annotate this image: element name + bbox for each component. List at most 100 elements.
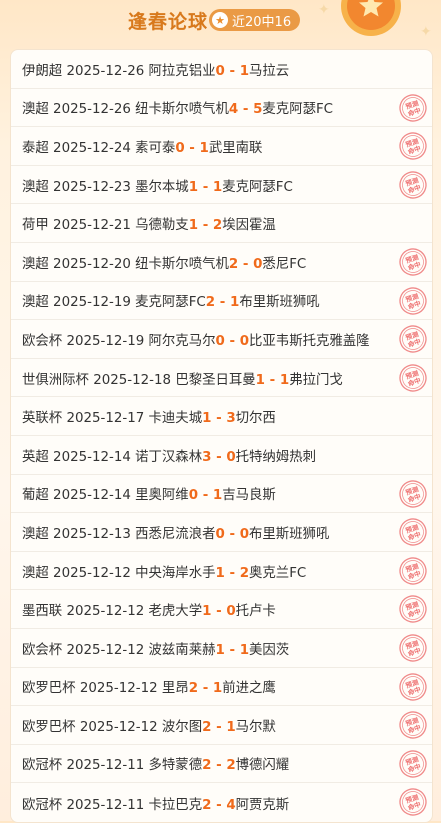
- prediction-hit-stamp-icon: 预测命中: [399, 132, 427, 160]
- match-date: 2025-12-12: [66, 604, 145, 620]
- match-text: 欧冠杯 2025-12-11 卡拉巴克2 - 4阿贾克斯: [22, 793, 289, 813]
- score: 1 - 1: [188, 179, 223, 195]
- home-team: 阿尔克马尔: [148, 333, 216, 349]
- league-name: 澳超: [22, 102, 49, 118]
- away-score: 1: [279, 372, 290, 388]
- match-row[interactable]: 英联杯 2025-12-17 卡迪夫城1 - 3切尔西: [11, 397, 432, 436]
- home-team: 纽卡斯尔喷气机: [135, 256, 229, 272]
- league-name: 世俱洲际杯: [22, 372, 89, 388]
- page-title: 逢春论球: [128, 11, 209, 33]
- away-score: 1: [226, 719, 236, 735]
- league-name: 欧冠杯: [22, 797, 63, 813]
- away-team: 美因茨: [249, 642, 290, 658]
- home-team: 老虎大学: [148, 604, 203, 620]
- match-row[interactable]: 墨西联 2025-12-12 老虎大学1 - 0托卢卡 预测 命中: [11, 590, 432, 629]
- league-name: 澳超: [22, 526, 49, 542]
- home-score: 1: [215, 642, 225, 658]
- home-team: 乌德勒支: [135, 218, 189, 234]
- match-date: 2025-12-14: [53, 488, 131, 504]
- home-team: 素可泰: [135, 140, 176, 156]
- prediction-hit-stamp-icon: 预测命中: [399, 750, 427, 778]
- match-text: 欧罗巴杯 2025-12-12 里昂2 - 1前进之鹰: [22, 676, 276, 696]
- match-row[interactable]: 欧罗巴杯 2025-12-12 里昂2 - 1前进之鹰 预测 命中: [11, 668, 432, 707]
- away-score: 0: [239, 526, 250, 542]
- league-name: 欧罗巴杯: [22, 681, 76, 697]
- match-row[interactable]: 欧冠杯 2025-12-11 卡拉巴克2 - 4阿贾克斯 预测 命中: [11, 783, 432, 822]
- match-text: 澳超 2025-12-19 麦克阿瑟FC2 - 1布里斯班狮吼: [22, 290, 320, 310]
- away-team: 马拉云: [249, 63, 290, 79]
- match-row[interactable]: 世俱洲际杯 2025-12-18 巴黎圣日耳曼1 - 1弗拉门戈 预测 命中: [11, 359, 432, 398]
- home-team: 里昂: [161, 681, 189, 697]
- score: 2 - 1: [205, 295, 240, 311]
- home-team: 阿拉克铝业: [148, 63, 216, 79]
- match-row[interactable]: 澳超 2025-12-19 麦克阿瑟FC2 - 1布里斯班狮吼 预测 命中: [11, 282, 432, 321]
- match-row[interactable]: 伊朗超 2025-12-26 阿拉克铝业0 - 1马拉云: [11, 50, 432, 89]
- match-row[interactable]: 葡超 2025-12-14 里奥阿维0 - 1吉马良斯 预测 命中: [11, 475, 432, 514]
- home-score: 1: [188, 218, 199, 234]
- home-score: 1: [202, 604, 212, 620]
- home-score: 3: [202, 449, 212, 465]
- league-name: 澳超: [22, 179, 49, 195]
- home-score: 1: [215, 565, 225, 581]
- away-score: 0: [226, 604, 236, 620]
- score: 0 - 1: [188, 488, 223, 504]
- prediction-hit-stamp-icon: 预测命中: [399, 634, 427, 662]
- home-score: 0: [215, 63, 225, 79]
- match-date: 2025-12-12: [66, 642, 145, 658]
- away-team: 奥克兰FC: [249, 565, 307, 581]
- score: 2 - 2: [202, 758, 236, 774]
- match-date: 2025-12-17: [66, 411, 145, 427]
- match-row[interactable]: 澳超 2025-12-13 西悉尼流浪者0 - 0布里斯班狮吼 预测 命中: [11, 513, 432, 552]
- prediction-hit-stamp-icon: 预测命中: [399, 479, 427, 508]
- away-score: 2: [239, 565, 250, 581]
- match-text: 葡超 2025-12-14 里奥阿维0 - 1吉马良斯: [22, 483, 276, 503]
- match-row[interactable]: 澳超 2025-12-26 纽卡斯尔喷气机4 - 5麦克阿瑟FC 预测 命中: [11, 89, 432, 128]
- home-team: 多特蒙德: [148, 758, 203, 774]
- score: 2 - 1: [202, 719, 236, 735]
- match-text: 欧会杯 2025-12-19 阿尔克马尔0 - 0比亚韦斯托克雅盖隆: [22, 329, 370, 349]
- match-text: 欧罗巴杯 2025-12-12 波尔图2 - 1马尔默: [22, 715, 276, 735]
- match-row[interactable]: 荷甲 2025-12-21 乌德勒支1 - 2埃因霍温: [11, 204, 432, 243]
- match-text: 英联杯 2025-12-17 卡迪夫城1 - 3切尔西: [22, 406, 276, 426]
- match-row[interactable]: 欧会杯 2025-12-12 波兹南莱赫1 - 1美因茨 预测 命中: [11, 629, 432, 668]
- away-score: 1: [212, 681, 223, 697]
- away-team: 埃因霍温: [222, 218, 276, 234]
- away-team: 吉马良斯: [222, 488, 276, 504]
- hit-rate-badge: ★ 近20中16: [209, 9, 301, 31]
- match-date: 2025-12-18: [93, 372, 172, 388]
- match-row[interactable]: 澳超 2025-12-23 墨尔本城1 - 1麦克阿瑟FC 预测 命中: [11, 166, 432, 205]
- home-score: 1: [202, 411, 212, 427]
- match-row[interactable]: 澳超 2025-12-12 中央海岸水手1 - 2奥克兰FC 预测 命中: [11, 552, 432, 591]
- away-score: 0: [226, 449, 236, 465]
- match-date: 2025-12-14: [53, 449, 131, 465]
- score: 0 - 0: [215, 333, 250, 349]
- score: 1 - 2: [188, 218, 223, 234]
- match-text: 伊朗超 2025-12-26 阿拉克铝业0 - 1马拉云: [22, 59, 289, 79]
- home-score: 2: [202, 719, 212, 735]
- home-score: 0: [215, 333, 225, 349]
- match-date: 2025-12-20: [53, 256, 131, 272]
- away-team: 麦克阿瑟FC: [222, 179, 293, 195]
- match-date: 2025-12-12: [79, 681, 158, 697]
- match-row[interactable]: 泰超 2025-12-24 素可泰0 - 1武里南联 预测 命中: [11, 127, 432, 166]
- away-team: 切尔西: [235, 411, 276, 427]
- match-row[interactable]: 欧冠杯 2025-12-11 多特蒙德2 - 2博德闪耀 预测 命中: [11, 745, 432, 784]
- home-score: 2: [228, 256, 239, 272]
- home-team: 波兹南莱赫: [148, 642, 216, 658]
- match-date: 2025-12-11: [66, 758, 145, 774]
- sparkle-icon: ✦: [420, 24, 432, 40]
- league-name: 英超: [22, 449, 49, 465]
- match-row[interactable]: 欧会杯 2025-12-19 阿尔克马尔0 - 0比亚韦斯托克雅盖隆 预测 命中: [11, 320, 432, 359]
- league-name: 墨西联: [22, 604, 63, 620]
- league-name: 欧冠杯: [22, 758, 63, 774]
- match-text: 欧冠杯 2025-12-11 多特蒙德2 - 2博德闪耀: [22, 753, 289, 773]
- match-row[interactable]: 澳超 2025-12-20 纽卡斯尔喷气机2 - 0悉尼FC 预测 命中: [11, 243, 432, 282]
- match-text: 澳超 2025-12-20 纽卡斯尔喷气机2 - 0悉尼FC: [22, 252, 306, 272]
- prediction-hit-stamp-icon: 预测命中: [399, 518, 427, 546]
- match-row[interactable]: 英超 2025-12-14 诺丁汉森林3 - 0托特纳姆热刺: [11, 436, 432, 475]
- score: 0 - 0: [215, 526, 250, 542]
- score: 2 - 0: [228, 256, 263, 272]
- league-name: 欧会杯: [22, 642, 63, 658]
- home-team: 波尔图: [161, 719, 203, 735]
- match-row[interactable]: 欧罗巴杯 2025-12-12 波尔图2 - 1马尔默 预测 命中: [11, 706, 432, 745]
